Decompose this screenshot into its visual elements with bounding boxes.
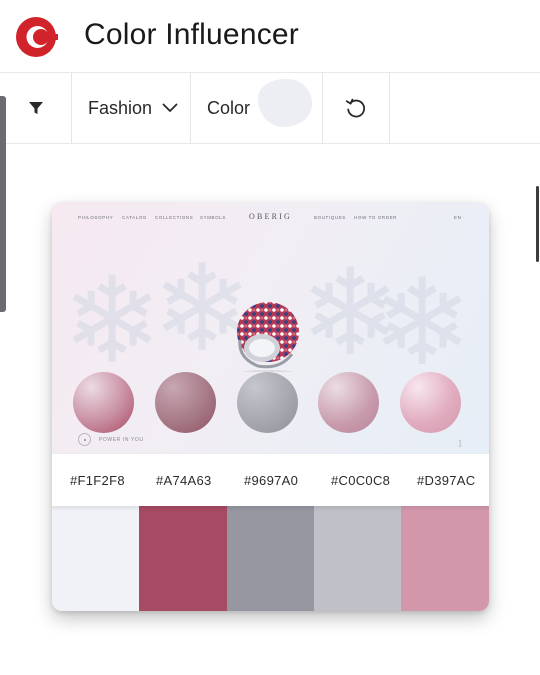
- tagline-text: POWER IN YOU: [99, 436, 144, 443]
- snowflake-pattern: ❄: [372, 254, 473, 393]
- category-label: Fashion: [88, 97, 153, 118]
- color-influencer-logo-icon[interactable]: [14, 15, 58, 59]
- color-label: Color: [207, 97, 251, 118]
- toolbar-divider: [389, 73, 390, 143]
- color-sample-circle: [237, 372, 298, 433]
- color-sample-circle: [73, 372, 134, 433]
- color-sample-circle: [400, 372, 461, 433]
- palette-swatch[interactable]: [314, 506, 401, 611]
- filter-button[interactable]: [0, 73, 71, 143]
- target-icon: [78, 433, 91, 446]
- palette-card[interactable]: ❄ ❄ ❄ ❄ PHILOSOPHY CATALOG COLLECTIONS S…: [52, 202, 489, 611]
- palette-swatch[interactable]: [401, 506, 489, 611]
- slide-number: 1: [457, 436, 463, 450]
- palette-swatch[interactable]: [227, 506, 314, 611]
- hex-code[interactable]: #C0C0C8: [331, 473, 390, 488]
- site-tagline: POWER IN YOU: [78, 433, 144, 446]
- palette-swatch[interactable]: [52, 506, 139, 611]
- snowflake-pattern: ❄: [62, 252, 163, 391]
- ring-image: [232, 292, 308, 374]
- filter-icon: [28, 102, 43, 114]
- hex-code[interactable]: #9697A0: [244, 473, 298, 488]
- site-nav-item: COLLECTIONS: [155, 215, 194, 220]
- chevron-down-icon: [162, 103, 178, 112]
- hex-code[interactable]: #D397AC: [417, 473, 475, 488]
- reset-button[interactable]: [323, 73, 389, 143]
- hex-codes-row: #F1F2F8 #A74A63 #9697A0 #C0C0C8 #D397AC: [52, 454, 489, 506]
- site-nav-item: SYMBOLS: [200, 215, 226, 220]
- category-dropdown[interactable]: Fashion: [72, 73, 190, 143]
- palette-swatches: [52, 506, 489, 611]
- app-title: Color Influencer: [84, 18, 299, 51]
- hex-code[interactable]: #F1F2F8: [70, 473, 125, 488]
- filter-toolbar: Fashion Color: [0, 72, 540, 144]
- palette-swatch[interactable]: [139, 506, 227, 611]
- site-nav-item: PHILOSOPHY: [78, 215, 114, 220]
- site-nav-item: BOUTIQUES: [314, 215, 346, 220]
- color-picker[interactable]: Color: [191, 73, 322, 143]
- color-sample-circle: [155, 372, 216, 433]
- reset-icon: [345, 98, 365, 118]
- side-drawer-handle[interactable]: [0, 96, 6, 312]
- site-nav-item: HOW TO ORDER: [354, 215, 398, 220]
- site-nav-item: CATALOG: [122, 215, 148, 220]
- site-logo: OBERIG: [249, 212, 292, 221]
- source-image: ❄ ❄ ❄ ❄ PHILOSOPHY CATALOG COLLECTIONS S…: [52, 202, 489, 454]
- app-header: Color Influencer: [0, 0, 540, 72]
- selected-color-swatch[interactable]: [258, 79, 312, 127]
- hex-code[interactable]: #A74A63: [156, 473, 212, 488]
- site-language: EN ·: [454, 215, 466, 220]
- color-sample-circle: [318, 372, 379, 433]
- scrollbar-thumb[interactable]: [536, 186, 539, 262]
